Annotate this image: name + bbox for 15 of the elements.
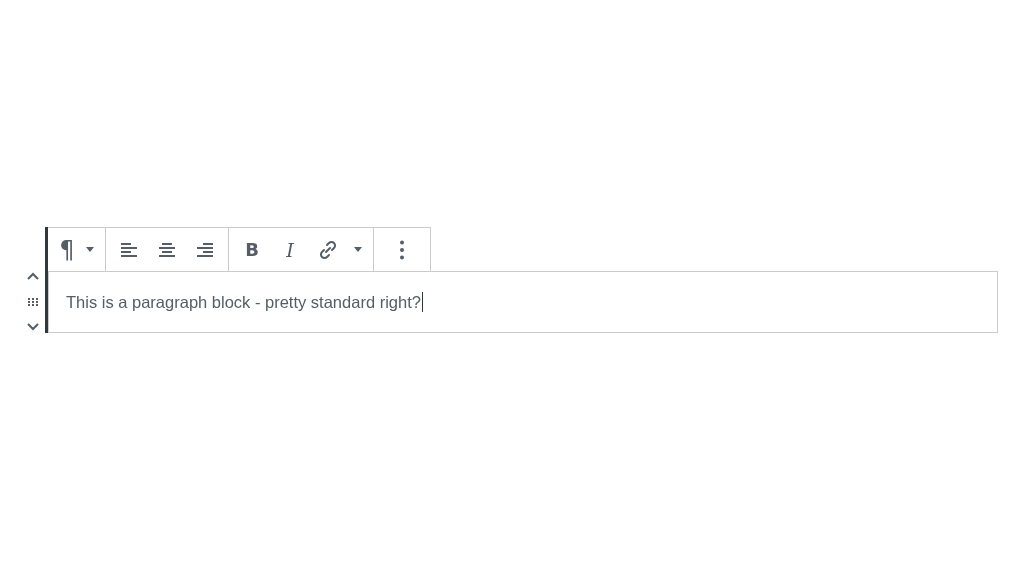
align-center-icon	[158, 241, 176, 258]
chevron-down-icon	[27, 322, 39, 331]
paragraph-text: This is a paragraph block - pretty standard right?	[66, 292, 421, 312]
paragraph-block[interactable]: This is a paragraph block - pretty standard right?	[48, 271, 998, 333]
italic-button[interactable]: I	[272, 231, 308, 268]
chevron-up-icon	[27, 272, 39, 281]
block-type-button[interactable]: ¶	[56, 231, 78, 268]
align-right-icon	[196, 241, 214, 258]
bold-button[interactable]: B	[234, 231, 270, 268]
dropdown-arrow-icon	[86, 247, 94, 252]
link-icon	[318, 239, 338, 260]
dropdown-arrow-icon	[354, 247, 362, 252]
align-left-icon	[120, 241, 138, 258]
more-options-icon	[400, 239, 404, 260]
drag-handle-icon	[28, 297, 38, 306]
